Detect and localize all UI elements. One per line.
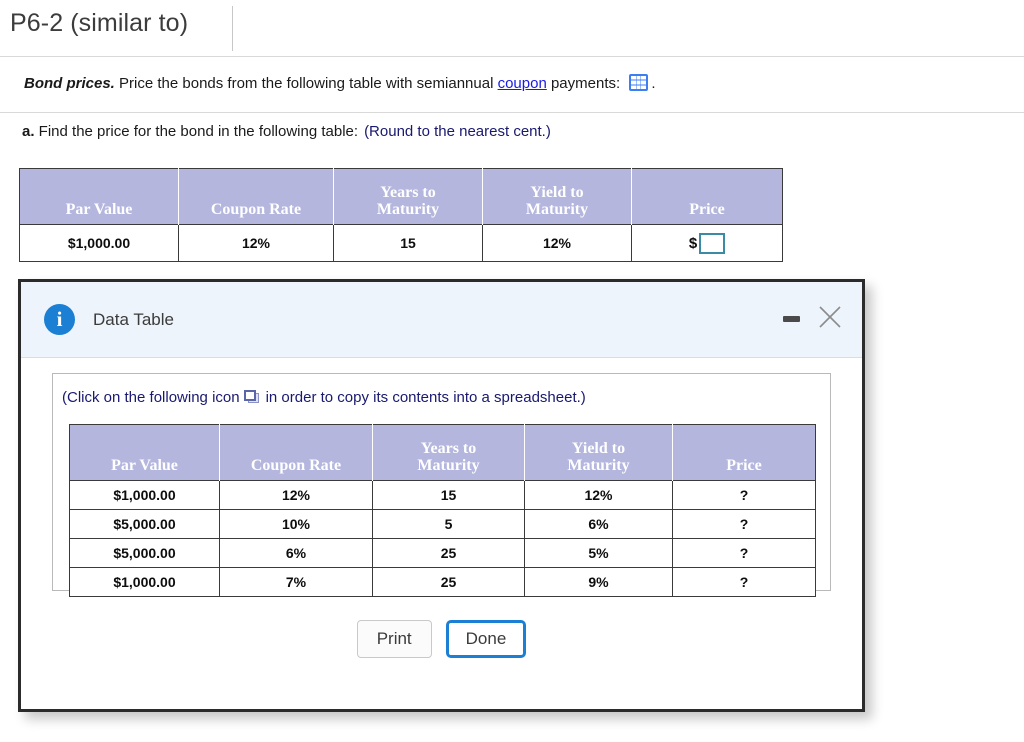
cell-years-to-maturity: 15 bbox=[372, 480, 525, 510]
col-header-line1: Years to bbox=[420, 440, 477, 458]
col-header-line2: Maturity bbox=[525, 201, 589, 219]
cell-par-value: $1,000.00 bbox=[19, 224, 179, 262]
cell-price: ? bbox=[672, 509, 816, 539]
table-row: $1,000.00 7% 25 9% ? bbox=[69, 567, 816, 597]
cell-price: ? bbox=[672, 567, 816, 597]
col-header-coupon-rate: Coupon Rate bbox=[219, 424, 373, 481]
cell-yield-to-maturity: 12% bbox=[482, 224, 632, 262]
bond-data-table: Par Value Coupon Rate Years to Maturity bbox=[69, 424, 816, 597]
col-header-line2: Maturity bbox=[417, 457, 480, 475]
data-table-dialog: i Data Table (Click on the following ico… bbox=[18, 279, 865, 712]
print-button[interactable]: Print bbox=[356, 620, 432, 658]
dialog-button-row: Print Done bbox=[21, 620, 862, 658]
col-header-coupon-rate: Coupon Rate bbox=[178, 168, 334, 225]
minimize-icon[interactable] bbox=[783, 316, 800, 322]
col-header-line1: Years to bbox=[380, 184, 436, 202]
cell-years-to-maturity: 25 bbox=[372, 538, 525, 568]
problem-statement: Bond prices. Price the bonds from the fo… bbox=[24, 74, 656, 92]
done-button[interactable]: Done bbox=[445, 620, 527, 658]
coupon-link[interactable]: coupon bbox=[498, 75, 547, 92]
statement-text-2: payments: bbox=[546, 75, 625, 92]
data-table-wrapper: Par Value Coupon Rate Years to Maturity bbox=[69, 424, 816, 597]
statement-text-1: Price the bonds from the following table… bbox=[114, 75, 498, 92]
problem-statement-row: Bond prices. Price the bonds from the fo… bbox=[0, 57, 1024, 113]
col-header-line2: Maturity bbox=[376, 201, 440, 219]
dialog-body: (Click on the following icon in order to … bbox=[21, 358, 862, 714]
cell-years-to-maturity: 5 bbox=[372, 509, 525, 539]
dialog-title: Data Table bbox=[93, 310, 174, 329]
col-header-price: Price bbox=[631, 168, 783, 225]
col-header-years-to-maturity: Years to Maturity bbox=[333, 168, 483, 225]
col-header-line2: Price bbox=[726, 457, 762, 475]
col-header-yield-to-maturity: Yield to Maturity bbox=[524, 424, 673, 481]
cell-coupon-rate: 7% bbox=[219, 567, 373, 597]
statement-period: . bbox=[651, 75, 656, 92]
part-a-row: a. Find the price for the bond in the fo… bbox=[0, 113, 1024, 148]
answer-table-wrapper: Par Value Coupon Rate Years to Maturity … bbox=[19, 168, 783, 262]
table-row: $5,000.00 10% 5 6% ? bbox=[69, 509, 816, 539]
col-header-par-value: Par Value bbox=[69, 424, 220, 481]
table-row: $1,000.00 12% 15 12% $ bbox=[19, 224, 783, 262]
cell-years-to-maturity: 15 bbox=[333, 224, 483, 262]
dollar-sign: $ bbox=[688, 234, 698, 252]
col-header-line2: Coupon Rate bbox=[210, 201, 302, 219]
cell-coupon-rate: 6% bbox=[219, 538, 373, 568]
copy-icon[interactable] bbox=[243, 390, 260, 404]
col-header-line2: Par Value bbox=[65, 201, 133, 219]
page-title: P6-2 (similar to) bbox=[10, 9, 189, 37]
cell-par-value: $5,000.00 bbox=[69, 538, 220, 568]
col-header-line1: Yield to bbox=[530, 184, 584, 202]
copy-instruction-part2: in order to copy its contents into a spr… bbox=[265, 389, 586, 406]
part-a-label: a. bbox=[22, 123, 35, 140]
price-input[interactable] bbox=[699, 232, 726, 254]
info-icon: i bbox=[44, 304, 75, 335]
copy-panel: (Click on the following icon in order to … bbox=[52, 373, 831, 597]
table-row: $1,000.00 12% 15 12% ? bbox=[69, 480, 816, 510]
title-divider bbox=[232, 6, 233, 51]
part-a-instruction: a. Find the price for the bond in the fo… bbox=[22, 123, 551, 140]
part-a-text: Find the price for the bond in the follo… bbox=[34, 123, 359, 140]
cell-price: ? bbox=[672, 480, 816, 510]
data-table-header-row: Par Value Coupon Rate Years to Maturity bbox=[69, 424, 816, 481]
cell-coupon-rate: 10% bbox=[219, 509, 373, 539]
dialog-header: i Data Table bbox=[21, 282, 862, 358]
cell-par-value: $1,000.00 bbox=[69, 480, 220, 510]
col-header-price: Price bbox=[672, 424, 816, 481]
cell-price: $ bbox=[631, 224, 783, 262]
col-header-line2: Coupon Rate bbox=[250, 457, 342, 475]
close-icon[interactable] bbox=[815, 302, 845, 332]
rounding-note: (Round to the nearest cent.) bbox=[364, 123, 551, 140]
col-header-line2: Price bbox=[689, 201, 725, 219]
copy-instruction-part1: (Click on the following icon bbox=[62, 389, 240, 406]
cell-yield-to-maturity: 9% bbox=[524, 567, 673, 597]
answer-table: Par Value Coupon Rate Years to Maturity … bbox=[19, 168, 783, 262]
cell-price: ? bbox=[672, 538, 816, 568]
col-header-line2: Par Value bbox=[111, 457, 178, 475]
answer-table-header-row: Par Value Coupon Rate Years to Maturity … bbox=[19, 168, 783, 225]
col-header-yield-to-maturity: Yield to Maturity bbox=[482, 168, 632, 225]
col-header-line2: Maturity bbox=[567, 457, 630, 475]
grid-icon[interactable] bbox=[629, 74, 649, 91]
cell-par-value: $1,000.00 bbox=[69, 567, 220, 597]
table-row: $5,000.00 6% 25 5% ? bbox=[69, 538, 816, 568]
cell-yield-to-maturity: 6% bbox=[524, 509, 673, 539]
cell-par-value: $5,000.00 bbox=[69, 509, 220, 539]
problem-header-bar: P6-2 (similar to) bbox=[0, 0, 1024, 57]
statement-lead: Bond prices. bbox=[24, 75, 115, 92]
copy-instruction: (Click on the following icon in order to … bbox=[62, 389, 586, 406]
col-header-line1: Yield to bbox=[571, 440, 626, 458]
cell-coupon-rate: 12% bbox=[178, 224, 334, 262]
col-header-par-value: Par Value bbox=[19, 168, 179, 225]
cell-yield-to-maturity: 12% bbox=[524, 480, 673, 510]
col-header-years-to-maturity: Years to Maturity bbox=[372, 424, 525, 481]
cell-coupon-rate: 12% bbox=[219, 480, 373, 510]
cell-yield-to-maturity: 5% bbox=[524, 538, 673, 568]
cell-years-to-maturity: 25 bbox=[372, 567, 525, 597]
